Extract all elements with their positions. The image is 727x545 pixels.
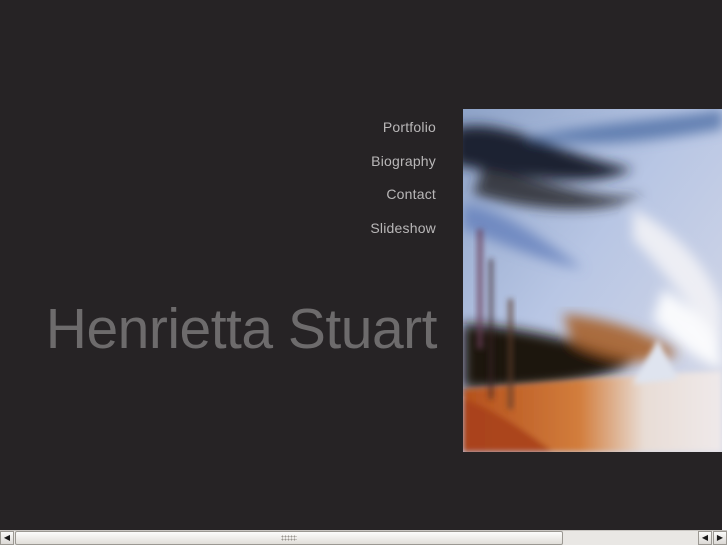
featured-painting-image[interactable]	[463, 109, 722, 452]
page: Portfolio Biography Contact Slideshow He…	[0, 0, 727, 545]
scrollbar-thumb[interactable]	[15, 531, 563, 545]
nav-link-slideshow[interactable]: Slideshow	[370, 218, 436, 238]
chevron-left-icon: ◀	[701, 533, 709, 542]
scroll-right-button[interactable]: ▶	[713, 531, 727, 545]
page-right-edge	[722, 0, 727, 530]
scroll-left-button[interactable]: ◀	[0, 531, 14, 545]
chevron-right-icon: ▶	[716, 533, 724, 542]
nav-link-portfolio[interactable]: Portfolio	[370, 117, 436, 137]
grip-icon	[281, 535, 297, 541]
main-nav: Portfolio Biography Contact Slideshow	[370, 117, 436, 251]
artist-name-heading: Henrietta Stuart	[45, 297, 438, 361]
scroll-left-button-secondary[interactable]: ◀	[698, 531, 712, 545]
nav-link-biography[interactable]: Biography	[370, 151, 436, 171]
horizontal-scrollbar[interactable]: ◀ ◀ ▶	[0, 530, 727, 545]
nav-link-contact[interactable]: Contact	[370, 184, 436, 204]
chevron-left-icon: ◀	[3, 533, 11, 542]
